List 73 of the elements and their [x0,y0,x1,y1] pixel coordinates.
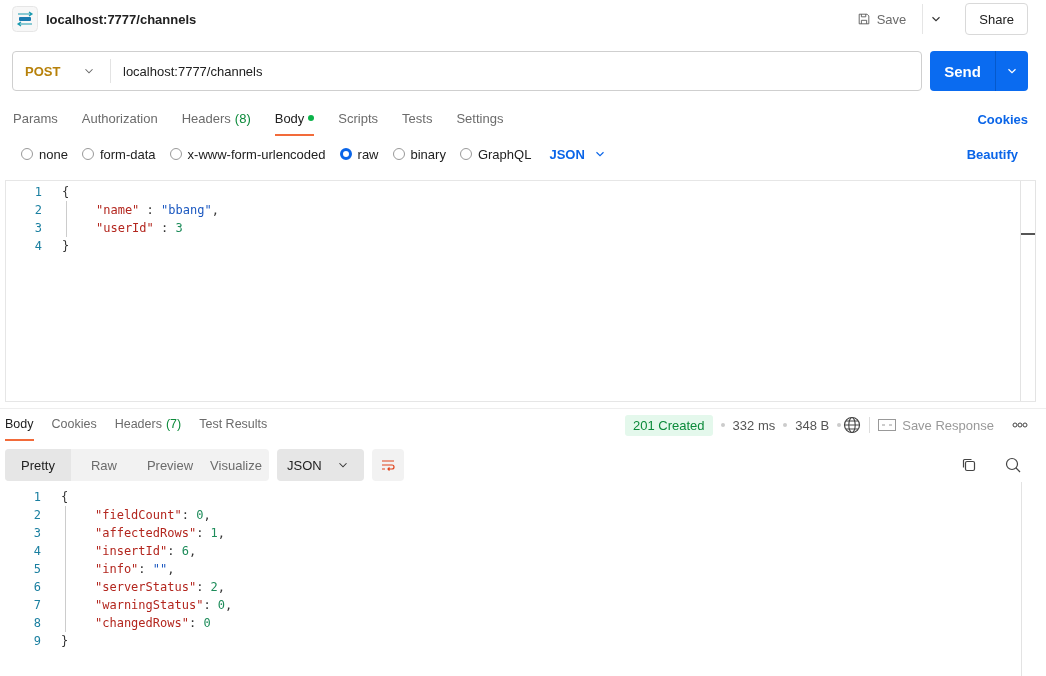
code-line: "info": "", [65,560,175,578]
body-type-option[interactable]: raw [339,146,379,162]
code-line: { [61,489,69,506]
request-tab[interactable]: Authorization [81,102,158,136]
save-button[interactable]: Save [848,4,915,34]
beautify-link[interactable]: Beautify [966,146,1018,162]
line-number: 2 [33,203,43,217]
request-tab[interactable]: Params [13,102,58,136]
line-number: 6 [32,580,42,594]
url-bar[interactable]: POST localhost:7777/channels [12,51,922,91]
body-type-option[interactable]: none [21,146,68,162]
line-number: 7 [32,598,42,612]
cookies-link[interactable]: Cookies [977,102,1028,136]
code-line: "warningStatus": 0, [65,596,233,614]
request-title: localhost:7777/channels [46,11,197,27]
method-dropdown[interactable]: POST [13,59,111,83]
status-badge: 201 Created [625,414,713,436]
line-number: 5 [32,562,42,576]
code-line: "name" : "bbang", [66,201,219,219]
response-format-dropdown[interactable]: JSON [277,449,364,481]
radio-button[interactable] [339,148,352,160]
request-body-editor[interactable]: 1 { 2 "name" : "bbang", 3 "userId" : 3 4 } [5,180,1036,402]
save-response-button[interactable]: Save Response [878,417,994,433]
code-line: "insertId": 6, [65,542,197,560]
view-mode-tab[interactable]: Pretty [5,449,71,481]
view-mode-tab[interactable]: Visualize [203,449,269,481]
request-tab[interactable]: Headers (8) [181,102,251,136]
response-time: 332 ms [732,417,776,433]
format-dropdown[interactable]: JSON [549,146,607,162]
line-number: 8 [32,616,42,630]
line-number: 3 [33,221,43,235]
wrap-lines-button[interactable] [371,449,404,481]
request-tab[interactable]: Scripts [338,102,379,136]
code-line: "fieldCount": 0, [65,506,211,524]
line-number: 1 [32,490,42,504]
line-number: 9 [32,634,42,648]
request-tab[interactable]: Settings [456,102,504,136]
wrap-icon [379,457,396,473]
share-button[interactable]: Share [965,3,1028,35]
view-mode-tab[interactable]: Preview [137,449,203,481]
line-number: 1 [33,185,43,199]
body-type-option[interactable]: GraphQL [459,146,532,162]
body-type-option[interactable]: x-www-form-urlencoded [169,146,326,162]
line-number: 2 [32,508,42,522]
body-type-option[interactable]: form-data [81,146,156,162]
view-mode-tab[interactable]: Raw [71,449,137,481]
line-number: 4 [33,239,43,253]
code-line: "userId" : 3 [66,219,183,237]
response-tab[interactable]: Body [5,409,34,441]
response-tab[interactable]: Cookies [51,409,97,441]
body-type-option[interactable]: binary [392,146,446,162]
floppy-icon [856,12,871,26]
copy-icon[interactable] [960,456,978,474]
request-tab[interactable]: Body [274,102,315,136]
scrollbar[interactable] [1020,181,1036,401]
http-icon [12,6,38,32]
line-number: 4 [32,544,42,558]
globe-icon[interactable] [843,416,862,434]
response-tab[interactable]: Test Results [199,409,268,441]
code-line: "changedRows": 0 [65,614,211,632]
code-line: "serverStatus": 2, [65,578,226,596]
line-number: 3 [32,526,42,540]
code-line: } [62,238,70,255]
request-tab[interactable]: Tests [402,102,433,136]
response-tab[interactable]: Headers (7) [114,409,182,441]
url-input[interactable]: localhost:7777/channels [111,63,921,79]
more-icon[interactable] [1012,422,1028,428]
code-line: } [61,633,69,650]
example-icon [878,419,897,431]
response-size: 348 B [795,417,830,433]
code-line: { [62,184,70,201]
search-icon[interactable] [1004,456,1022,474]
code-line: "affectedRows": 1, [65,524,226,542]
